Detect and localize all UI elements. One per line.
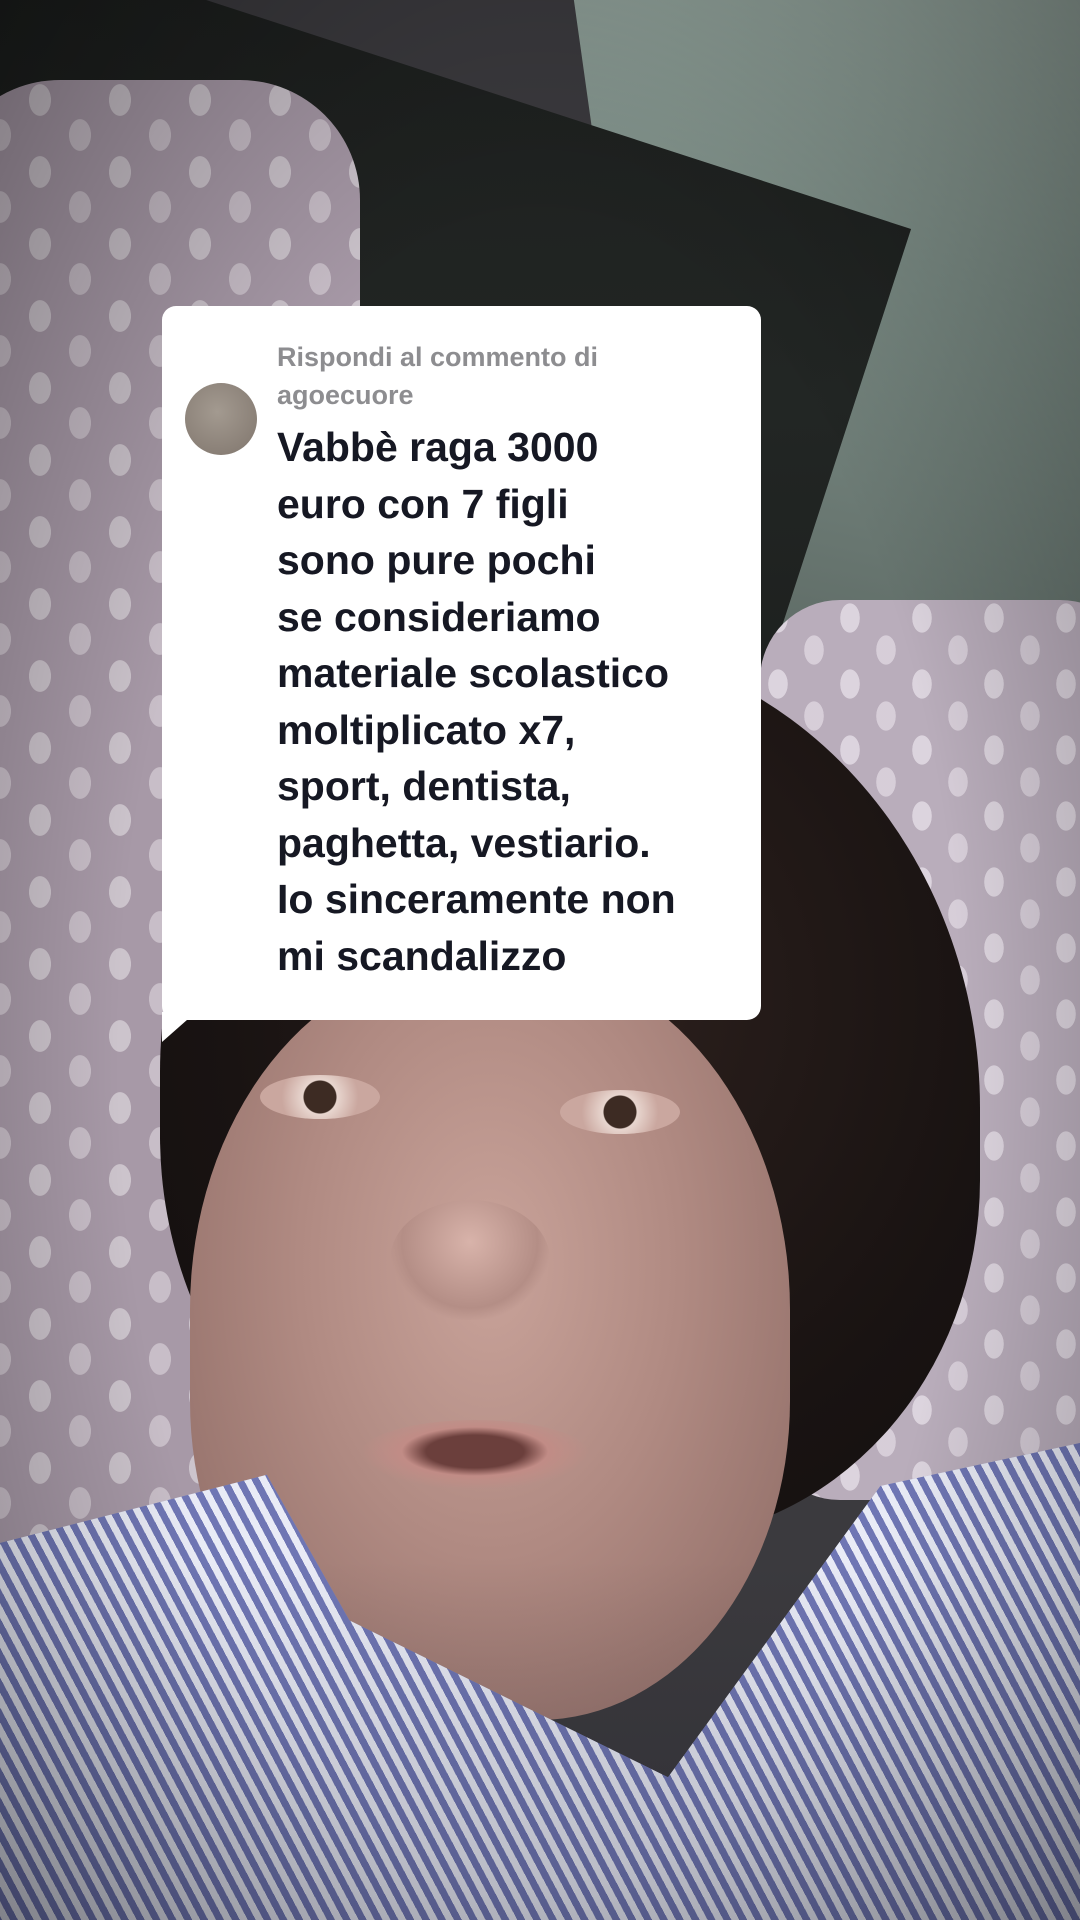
reply-header: Rispondi al commento di agoecuore [277,338,727,414]
comment-line: sport, dentista, [277,763,571,809]
commenter-username: agoecuore [277,380,414,410]
comment-line: Vabbè raga 3000 [277,424,599,470]
reply-header-prefix: Rispondi al commento di [277,342,599,372]
reply-comment-sticker[interactable]: Rispondi al commento di agoecuore Vabbè … [162,306,761,1020]
comment-line: moltiplicato x7, [277,706,576,753]
comment-line: Io sinceramente non [277,876,676,922]
sticker-speech-tail [162,1012,196,1042]
comment-line: se consideriamo [277,593,601,640]
comment-line: euro con 7 figli [277,480,569,527]
comment-line: materiale scolastico [277,650,669,696]
comment-line: sono pure pochi [277,537,596,583]
commenter-avatar [185,383,257,455]
comment-text: Vabbè raga 3000 euro con 7 figli sono pu… [277,419,747,984]
comment-line: paghetta, vestiario. [277,819,651,866]
comment-line: mi scandalizzo [277,932,567,979]
